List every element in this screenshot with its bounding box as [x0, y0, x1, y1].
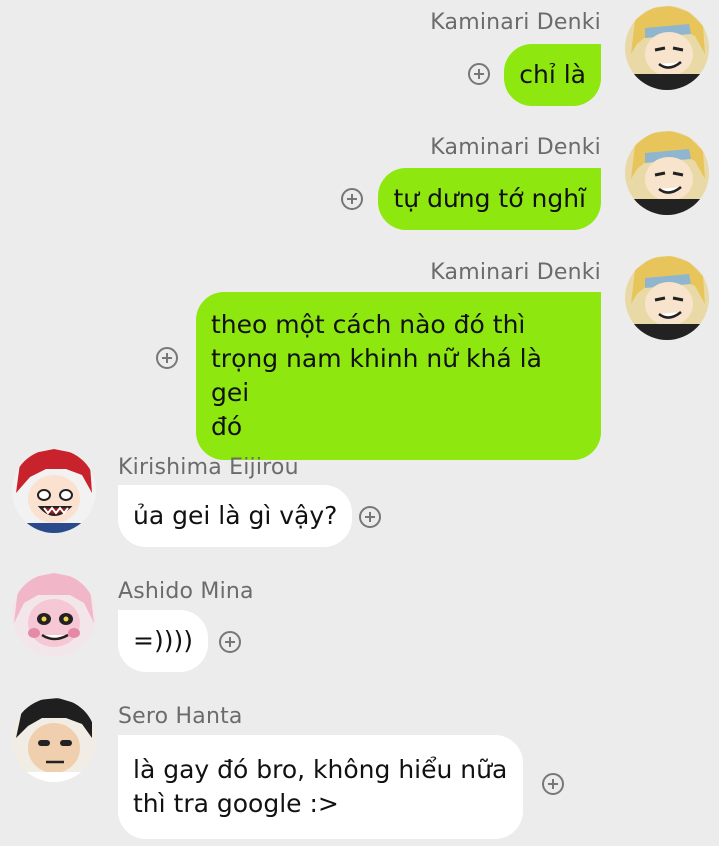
- sero-avatar-icon[interactable]: [12, 698, 96, 782]
- sender-name: Ashido Mina: [118, 579, 254, 604]
- message-bubble[interactable]: là gay đó bro, không hiểu nữa thì tra go…: [118, 735, 523, 839]
- sender-name: Kaminari Denki: [430, 10, 601, 35]
- chat-thread: Kaminari Denki chỉ là Kaminari Denki tự …: [0, 0, 719, 846]
- plus-circle-icon[interactable]: [359, 506, 381, 528]
- message-bubble[interactable]: theo một cách nào đó thì trọng nam khinh…: [196, 292, 601, 460]
- sender-name: Kaminari Denki: [430, 135, 601, 160]
- message-bubble[interactable]: chỉ là: [504, 44, 601, 106]
- plus-circle-icon[interactable]: [156, 347, 178, 369]
- plus-circle-icon[interactable]: [219, 631, 241, 653]
- message-bubble[interactable]: tự dưng tớ nghĩ: [378, 168, 601, 230]
- kaminari-avatar-icon[interactable]: [625, 131, 709, 215]
- sender-name: Kirishima Eijirou: [118, 455, 299, 480]
- plus-circle-icon[interactable]: [542, 773, 564, 795]
- plus-circle-icon[interactable]: [468, 63, 490, 85]
- sender-name: Kaminari Denki: [430, 260, 601, 285]
- sender-name: Sero Hanta: [118, 704, 243, 729]
- message-bubble[interactable]: ủa gei là gì vậy?: [118, 485, 353, 547]
- plus-circle-icon[interactable]: [341, 188, 363, 210]
- kaminari-avatar-icon[interactable]: [625, 256, 709, 340]
- kaminari-avatar-icon[interactable]: [625, 6, 709, 90]
- ashido-avatar-icon[interactable]: [12, 573, 96, 657]
- kirishima-avatar-icon[interactable]: [12, 449, 96, 533]
- message-bubble[interactable]: =)))): [118, 610, 208, 672]
